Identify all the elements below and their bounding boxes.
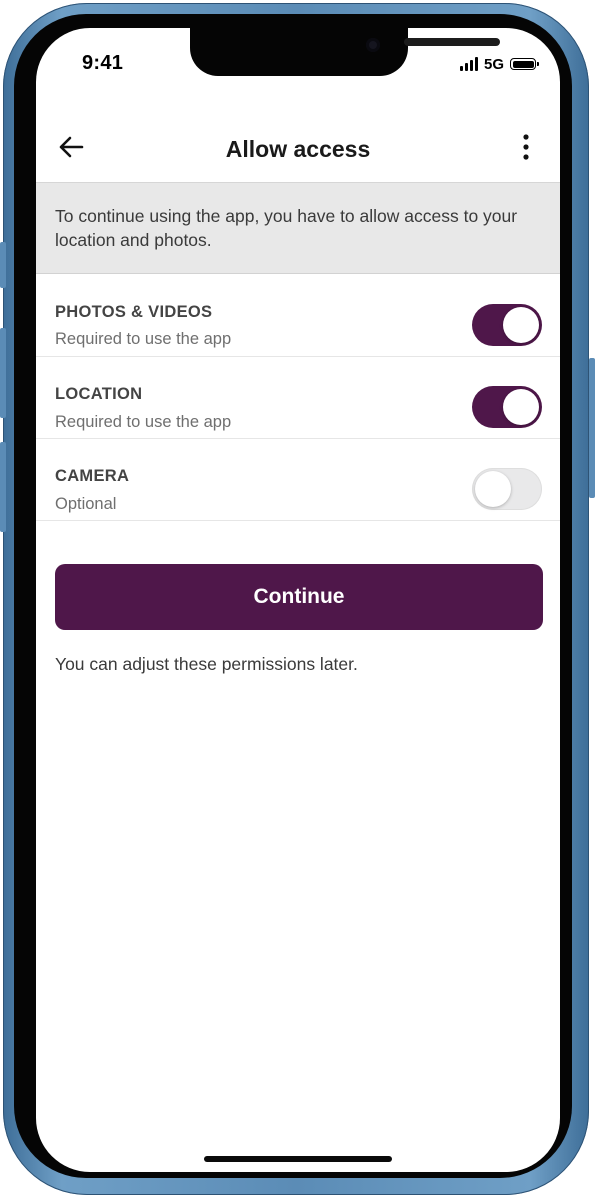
permission-row-location: LOCATION Required to use the app bbox=[36, 357, 560, 439]
app-header: Allow access bbox=[36, 114, 560, 183]
photos-videos-toggle[interactable] bbox=[472, 304, 542, 346]
permission-description: Required to use the app bbox=[55, 330, 232, 348]
notice-banner: To continue using the app, you have to a… bbox=[36, 183, 560, 274]
toggle-knob bbox=[503, 389, 539, 425]
page-title: Allow access bbox=[225, 136, 371, 162]
cellular-signal-icon bbox=[459, 57, 478, 71]
permission-description: Required to use the app bbox=[55, 413, 232, 431]
notch bbox=[190, 28, 500, 76]
permission-list: PHOTOS & VIDEOS Required to use the app … bbox=[36, 275, 560, 521]
network-type-label: 5G bbox=[483, 55, 504, 73]
permission-description: Optional bbox=[55, 495, 117, 513]
camera-toggle[interactable] bbox=[472, 468, 542, 510]
permission-name: CAMERA bbox=[55, 467, 130, 485]
permission-name: LOCATION bbox=[55, 385, 143, 403]
notice-text: To continue using the app, you have to a… bbox=[55, 206, 518, 250]
toggle-knob bbox=[503, 307, 539, 343]
status-indicators: 5G bbox=[459, 54, 539, 74]
permission-name: PHOTOS & VIDEOS bbox=[55, 303, 213, 321]
more-options-button[interactable] bbox=[514, 130, 538, 164]
vertical-ellipsis-icon bbox=[523, 134, 529, 160]
toggle-knob bbox=[475, 471, 511, 507]
earpiece-speaker bbox=[404, 38, 500, 46]
permission-row-camera: CAMERA Optional bbox=[36, 439, 560, 521]
front-camera bbox=[366, 38, 380, 52]
status-time: 9:41 bbox=[82, 52, 124, 74]
footnote-text: You can adjust these permissions later. bbox=[55, 654, 358, 674]
home-indicator bbox=[204, 1156, 392, 1162]
side-button-silent bbox=[0, 242, 6, 288]
phone-screen: 9:41 5G Allow access To continue using t… bbox=[36, 28, 560, 1172]
permission-row-photos-videos: PHOTOS & VIDEOS Required to use the app bbox=[36, 275, 560, 357]
battery-full-icon bbox=[510, 58, 539, 70]
location-toggle[interactable] bbox=[472, 386, 542, 428]
side-button-volume-down bbox=[0, 442, 6, 532]
side-button-power bbox=[589, 358, 595, 498]
continue-button[interactable]: Continue bbox=[55, 564, 543, 630]
side-button-volume-up bbox=[0, 328, 6, 418]
